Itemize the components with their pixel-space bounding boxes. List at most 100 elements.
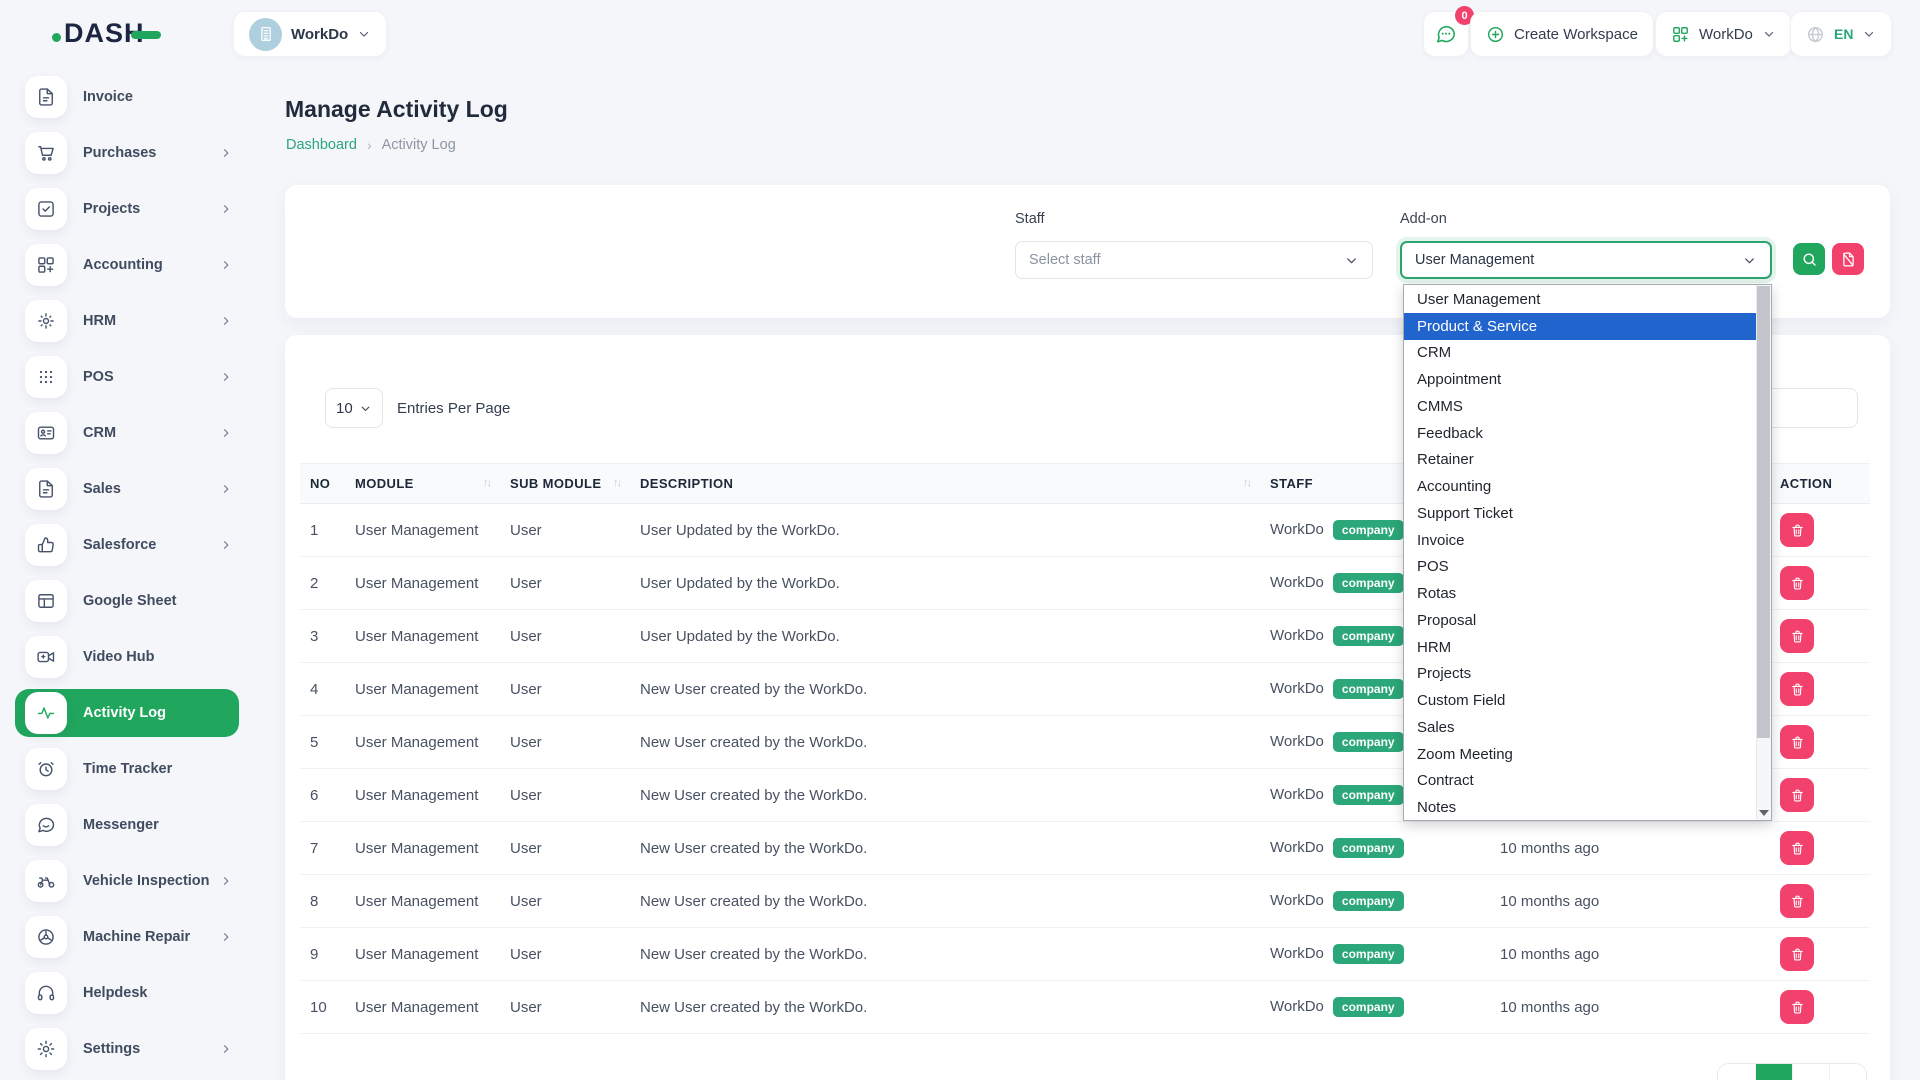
sidebar-item-messenger[interactable]: Messenger (0, 797, 245, 853)
chevron-right-icon (220, 1043, 232, 1055)
sidebar-item-label: Accounting (83, 257, 163, 273)
activity-icon (25, 692, 67, 734)
cell-staff: WorkDocompany (1260, 875, 1490, 928)
alarm-icon (25, 748, 67, 790)
delete-button[interactable] (1780, 990, 1814, 1024)
sidebar-item-machine-repair[interactable]: Machine Repair (0, 909, 245, 965)
addon-option-retainer[interactable]: Retainer (1404, 447, 1756, 474)
sidebar-item-invoice[interactable]: Invoice (0, 69, 245, 125)
addon-option-zoom-meeting[interactable]: Zoom Meeting (1404, 741, 1756, 768)
fan-icon (25, 916, 67, 958)
delete-button[interactable] (1780, 725, 1814, 759)
pagination-prev-button[interactable]: ‹ (1718, 1064, 1755, 1080)
delete-button[interactable] (1780, 778, 1814, 812)
staff-type-badge: company (1333, 732, 1404, 752)
breadcrumb-dashboard-link[interactable]: Dashboard (286, 137, 357, 153)
language-selector[interactable]: EN (1790, 11, 1892, 57)
addon-select[interactable]: User Management (1400, 241, 1772, 279)
addon-option-pos[interactable]: POS (1404, 554, 1756, 581)
addon-option-product-service[interactable]: Product & Service (1404, 313, 1756, 340)
sidebar-item-time-tracker[interactable]: Time Tracker (0, 741, 245, 797)
sidebar-item-label: Projects (83, 201, 140, 217)
delete-button[interactable] (1780, 672, 1814, 706)
sidebar-item-sales[interactable]: Sales (0, 461, 245, 517)
delete-button[interactable] (1780, 937, 1814, 971)
addon-option-sales[interactable]: Sales (1404, 714, 1756, 741)
sidebar-item-label: Salesforce (83, 537, 156, 553)
delete-button[interactable] (1780, 831, 1814, 865)
entries-per-page-select[interactable]: 10 (325, 388, 383, 428)
sidebar-item-hrm[interactable]: HRM (0, 293, 245, 349)
addon-option-feedback[interactable]: Feedback (1404, 420, 1756, 447)
sidebar-item-projects[interactable]: Projects (0, 181, 245, 237)
sidebar-item-crm[interactable]: CRM (0, 405, 245, 461)
addon-option-invoice[interactable]: Invoice (1404, 527, 1756, 554)
cell-module: User Management (345, 981, 500, 1034)
headphones-icon (25, 972, 67, 1014)
addon-option-accounting[interactable]: Accounting (1404, 473, 1756, 500)
staff-type-badge: company (1333, 838, 1404, 858)
dropdown-scroll-down-arrow-icon[interactable] (1759, 810, 1769, 817)
sidebar-item-label: Helpdesk (83, 985, 147, 1001)
workspace-menu-button[interactable]: WorkDo (1655, 11, 1792, 57)
sidebar-item-video-hub[interactable]: Video Hub (0, 629, 245, 685)
addon-option-projects[interactable]: Projects (1404, 661, 1756, 688)
column-header-module[interactable]: MODULE↑↓ (345, 464, 500, 504)
addon-option-rotas[interactable]: Rotas (1404, 580, 1756, 607)
workspace-selector[interactable]: WorkDo (233, 11, 387, 57)
sidebar-item-label: Time Tracker (83, 761, 172, 777)
sort-icon[interactable]: ↑↓ (1243, 477, 1250, 489)
delete-button[interactable] (1780, 566, 1814, 600)
staff-type-badge: company (1333, 520, 1404, 540)
cell-action (1770, 504, 1870, 557)
breadcrumb: Dashboard › Activity Log (286, 137, 456, 153)
sidebar-item-label: POS (83, 369, 114, 385)
addon-option-user-management[interactable]: User Management (1404, 286, 1756, 313)
addon-option-hrm[interactable]: HRM (1404, 634, 1756, 661)
create-workspace-button[interactable]: Create Workspace (1470, 11, 1654, 57)
entries-per-page-label: Entries Per Page (397, 388, 510, 428)
sidebar-item-activity-log[interactable]: Activity Log (0, 685, 245, 741)
addon-option-support-ticket[interactable]: Support Ticket (1404, 500, 1756, 527)
pagination-next-button[interactable]: › (1829, 1064, 1866, 1080)
sidebar-item-pos[interactable]: POS (0, 349, 245, 405)
staff-select[interactable]: Select staff (1015, 241, 1373, 279)
cell-sub-module: User (500, 557, 630, 610)
addon-option-notes[interactable]: Notes (1404, 794, 1756, 821)
addon-option-cmms[interactable]: CMMS (1404, 393, 1756, 420)
addon-option-appointment[interactable]: Appointment (1404, 366, 1756, 393)
pagination-page-2[interactable]: 2 (1792, 1064, 1829, 1080)
sidebar-item-helpdesk[interactable]: Helpdesk (0, 965, 245, 1021)
globe-icon (1806, 25, 1825, 44)
sidebar-item-vehicle-inspection[interactable]: Vehicle Inspection (0, 853, 245, 909)
trash-icon (1790, 629, 1805, 644)
chat-smile-icon (25, 804, 67, 846)
pagination-page-1[interactable]: 1 (1755, 1064, 1792, 1080)
grid-plus-icon (25, 244, 67, 286)
sort-icon[interactable]: ↑↓ (483, 477, 490, 489)
sidebar-item-salesforce[interactable]: Salesforce (0, 517, 245, 573)
sort-icon[interactable]: ↑↓ (613, 477, 620, 489)
column-header-description[interactable]: DESCRIPTION↑↓ (630, 464, 1260, 504)
apply-filter-button[interactable] (1793, 243, 1825, 275)
column-header-sub-module[interactable]: SUB MODULE↑↓ (500, 464, 630, 504)
sidebar-item-settings[interactable]: Settings (0, 1021, 245, 1077)
addon-option-proposal[interactable]: Proposal (1404, 607, 1756, 634)
sidebar-item-google-sheet[interactable]: Google Sheet (0, 573, 245, 629)
delete-button[interactable] (1780, 884, 1814, 918)
addon-option-custom-field[interactable]: Custom Field (1404, 687, 1756, 714)
sidebar-item-purchases[interactable]: Purchases (0, 125, 245, 181)
workspace-name: WorkDo (291, 26, 348, 43)
dropdown-scrollbar-track[interactable] (1756, 285, 1771, 820)
chevron-right-icon (220, 875, 232, 887)
addon-option-contract[interactable]: Contract (1404, 768, 1756, 795)
trash-icon (1790, 576, 1805, 591)
addon-option-crm[interactable]: CRM (1404, 340, 1756, 367)
delete-button[interactable] (1780, 513, 1814, 547)
dropdown-scrollbar-thumb[interactable] (1757, 286, 1770, 738)
chevron-right-icon (220, 371, 232, 383)
delete-button[interactable] (1780, 619, 1814, 653)
messages-button[interactable]: 0 (1423, 11, 1469, 57)
sidebar-item-accounting[interactable]: Accounting (0, 237, 245, 293)
clear-filter-button[interactable] (1832, 243, 1864, 275)
